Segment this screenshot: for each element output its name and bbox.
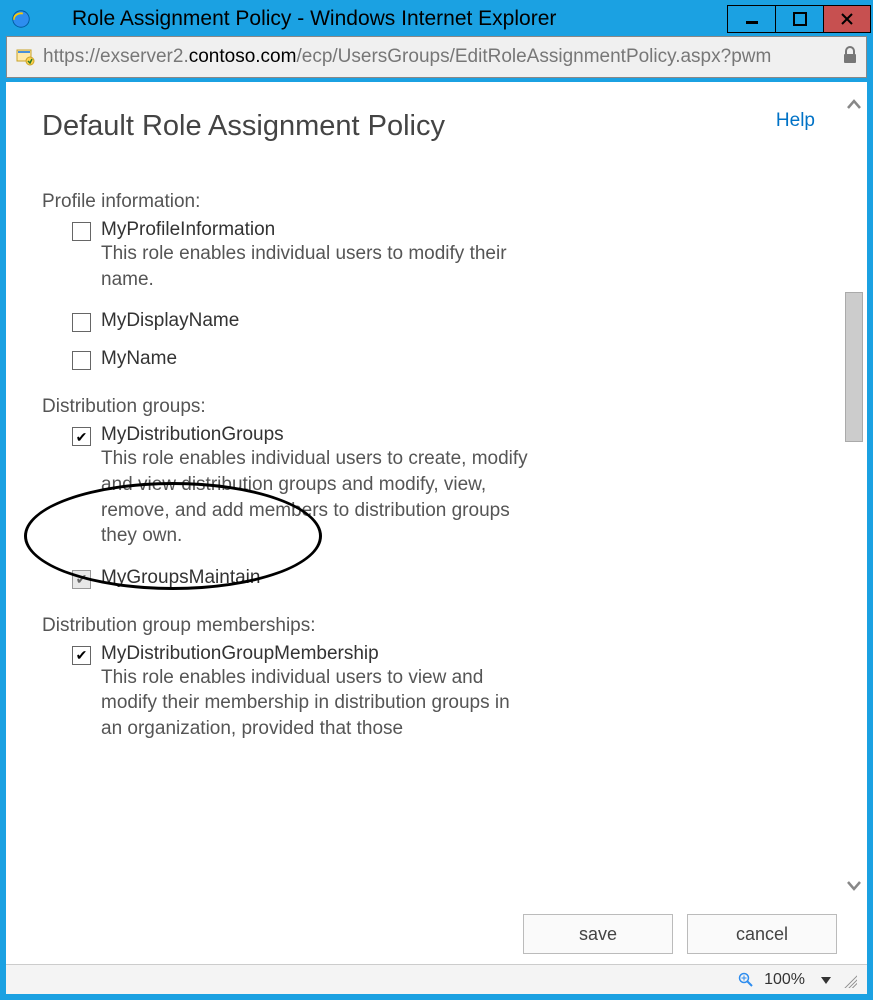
zoom-level[interactable]: 100% (764, 971, 805, 989)
role-desc: This role enables individual users to cr… (101, 446, 531, 549)
scrollbar[interactable] (841, 82, 867, 908)
scroll-up-icon[interactable] (843, 94, 865, 116)
role-myname: MyName (72, 348, 805, 370)
status-bar: 100% (6, 964, 867, 994)
section-distgroups-label: Distribution groups: (42, 396, 805, 418)
dialog-buttons: save cancel (6, 908, 867, 964)
ie-icon (10, 8, 32, 30)
role-name: MyDistributionGroups (101, 424, 531, 446)
section-profile-label: Profile information: (42, 191, 805, 213)
checkbox-myname[interactable] (72, 351, 91, 370)
page-favicon (15, 47, 35, 67)
checkbox-mygroupsmaintain[interactable] (72, 570, 91, 589)
role-mygroupsmaintain: MyGroupsMaintain (72, 567, 805, 589)
lock-icon (842, 46, 858, 69)
checkbox-mydisplayname[interactable] (72, 313, 91, 332)
minimize-button[interactable] (727, 5, 775, 33)
dist-subroles: MyGroupsMaintain (72, 567, 805, 589)
role-myprofileinformation: MyProfileInformation This role enables i… (72, 219, 805, 292)
checkbox-myprofileinformation[interactable] (72, 222, 91, 241)
page-title: Default Role Assignment Policy (42, 110, 805, 143)
checkbox-mydistributiongroups[interactable] (72, 427, 91, 446)
checkbox-mydistributiongroupmembership[interactable] (72, 646, 91, 665)
window-frame: Role Assignment Policy - Windows Interne… (0, 0, 873, 1000)
profile-subroles: MyDisplayName MyName (72, 310, 805, 370)
url-text: https://exserver2.contoso.com/ecp/UsersG… (43, 46, 834, 68)
titlebar[interactable]: Role Assignment Policy - Windows Interne… (2, 2, 871, 36)
role-mydistributiongroups: MyDistributionGroups This role enables i… (72, 424, 805, 549)
role-mydisplayname: MyDisplayName (72, 310, 805, 332)
role-name: MyName (101, 348, 177, 370)
window-buttons (727, 5, 871, 33)
close-button[interactable] (823, 5, 871, 33)
window-title: Role Assignment Policy - Windows Interne… (72, 7, 727, 31)
client-area: Help Default Role Assignment Policy Prof… (6, 82, 867, 994)
zoom-dropdown-icon[interactable] (815, 971, 831, 989)
url-prefix: https://exserver2. (43, 46, 189, 67)
scroll-thumb[interactable] (845, 292, 863, 442)
section-distmember-label: Distribution group memberships: (42, 615, 805, 637)
scroll-track[interactable] (845, 122, 863, 868)
url-suffix: /ecp/UsersGroups/EditRoleAssignmentPolic… (296, 46, 771, 67)
help-link[interactable]: Help (776, 110, 815, 132)
page-content: Help Default Role Assignment Policy Prof… (6, 82, 841, 908)
url-domain: contoso.com (189, 46, 297, 67)
cancel-button[interactable]: cancel (687, 914, 837, 954)
zoom-icon[interactable] (738, 972, 754, 988)
role-desc: This role enables individual users to mo… (101, 241, 531, 292)
save-button[interactable]: save (523, 914, 673, 954)
scroll-down-icon[interactable] (843, 874, 865, 896)
address-bar[interactable]: https://exserver2.contoso.com/ecp/UsersG… (6, 36, 867, 78)
maximize-button[interactable] (775, 5, 823, 33)
role-desc: This role enables individual users to vi… (101, 665, 531, 742)
resize-grip-icon[interactable] (841, 972, 857, 988)
role-name: MyDistributionGroupMembership (101, 643, 531, 665)
role-mydistributiongroupmembership: MyDistributionGroupMembership This role … (72, 643, 805, 742)
role-name: MyProfileInformation (101, 219, 531, 241)
role-name: MyDisplayName (101, 310, 239, 332)
role-name: MyGroupsMaintain (101, 567, 260, 589)
